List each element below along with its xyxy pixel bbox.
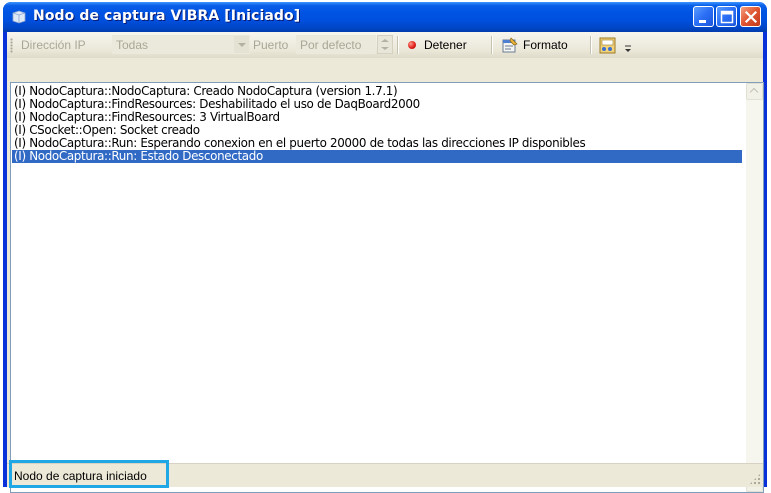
port-field[interactable]: Por defecto (296, 35, 376, 54)
toolbar-separator (590, 36, 592, 54)
vertical-scrollbar[interactable] (746, 83, 763, 492)
maximize-icon (720, 10, 734, 24)
minimize-icon (699, 20, 706, 23)
status-text: Nodo de captura iniciado (14, 469, 147, 483)
window-title: Nodo de captura VIBRA [Iniciado] (33, 8, 301, 24)
log-line-selected[interactable]: (I) NodoCaptura::Run: Estado Desconectad… (12, 150, 742, 163)
toolbar-grip[interactable] (10, 38, 13, 53)
format-button[interactable]: Formato (496, 34, 586, 56)
settings-button[interactable] (595, 34, 619, 56)
main-window: Nodo de captura VIBRA [Iniciado] Direcci… (3, 2, 767, 493)
ip-address-value: Todas (116, 38, 149, 52)
overflow-chevron-icon[interactable] (623, 40, 633, 54)
stop-label: Detener (424, 38, 467, 52)
chevron-down-icon[interactable] (234, 36, 249, 53)
close-button[interactable] (740, 6, 761, 27)
stop-button[interactable]: Detener (402, 34, 487, 56)
ip-address-select[interactable]: Todas (112, 35, 250, 54)
title-bar[interactable]: Nodo de captura VIBRA [Iniciado] (3, 2, 767, 32)
minimize-button[interactable] (693, 6, 714, 27)
stop-record-icon (408, 41, 416, 49)
status-bar: Nodo de captura iniciado (7, 463, 763, 487)
format-icon (502, 37, 518, 53)
format-label: Formato (523, 38, 568, 52)
toolbar-separator (491, 36, 493, 54)
port-spinner[interactable] (377, 35, 393, 54)
maximize-button[interactable] (716, 6, 737, 27)
resize-grip-icon[interactable] (749, 473, 761, 485)
settings-icon (599, 37, 616, 54)
port-label: Puerto (253, 38, 289, 52)
close-icon (744, 10, 758, 24)
log-list[interactable]: (I) NodoCaptura::NodoCaptura: Creado Nod… (10, 82, 764, 493)
app-window-icon (12, 10, 26, 24)
ip-address-label: Dirección IP (21, 38, 86, 52)
toolbar-separator (397, 36, 399, 54)
window-client-area: Dirección IP Todas Puerto Por defecto De… (7, 32, 764, 493)
port-value: Por defecto (300, 38, 362, 52)
scroll-up-button[interactable] (746, 83, 763, 100)
toolbar: Dirección IP Todas Puerto Por defecto De… (7, 32, 763, 58)
